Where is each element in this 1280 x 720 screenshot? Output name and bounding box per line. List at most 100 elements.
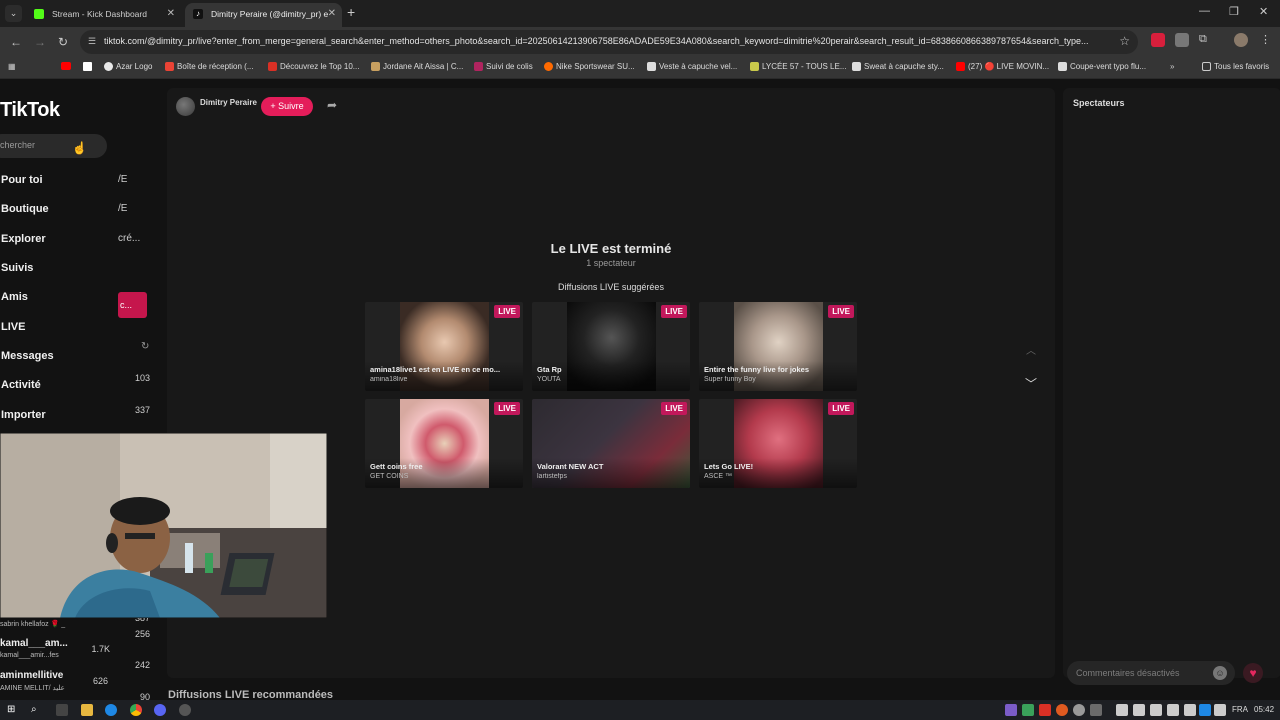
- bluetooth-icon[interactable]: [1199, 704, 1211, 716]
- edge-icon[interactable]: [105, 704, 117, 716]
- tray-app-icon[interactable]: [1022, 704, 1034, 716]
- bookmark-item[interactable]: Veste à capuche vel...: [647, 62, 737, 71]
- suggested-live-card[interactable]: LIVE Valorant NEW ACT lartistefps: [532, 399, 690, 488]
- bookmark-item[interactable]: Jordane Ait Aissa | C...: [371, 62, 463, 71]
- bookmark-favicon-icon: [852, 62, 861, 71]
- bookmark-item[interactable]: Sweat à capuche sty...: [852, 62, 944, 71]
- volume-icon[interactable]: [1184, 704, 1196, 716]
- bookmark-item[interactable]: Coupe-vent typo flu...: [1058, 62, 1146, 71]
- hidden-panel-button[interactable]: c...: [118, 292, 147, 318]
- previous-live-icon[interactable]: ︿: [1026, 342, 1036, 357]
- suggested-live-card[interactable]: LIVE Gett coins free GET COINS: [365, 399, 523, 488]
- url-text[interactable]: tiktok.com/@dimitry_pr/live?enter_from_m…: [104, 36, 1109, 46]
- sidebar-item-messages[interactable]: Messages: [1, 350, 54, 362]
- bookmark-item[interactable]: Azar Logo: [104, 62, 152, 71]
- viewer-name[interactable]: aminmellitive: [0, 670, 63, 681]
- extension-icon[interactable]: [1175, 33, 1189, 47]
- bookmark-star-icon[interactable]: ☆: [1119, 34, 1130, 48]
- bookmark-item[interactable]: (27) 🔴 LIVE MOVIN...: [956, 62, 1049, 71]
- tray-app-icon[interactable]: [1116, 704, 1128, 716]
- input-language[interactable]: FRA: [1232, 705, 1248, 714]
- share-icon[interactable]: ➦: [327, 98, 337, 112]
- sidebar-item-amis[interactable]: Amis: [1, 291, 28, 303]
- tray-app-icon[interactable]: [1039, 704, 1051, 716]
- hidden-panel-text: /E: [118, 203, 128, 214]
- network-icon[interactable]: [1167, 704, 1179, 716]
- suggested-live-card[interactable]: LIVE Lets Go LIVE! ASCE ™: [699, 399, 857, 488]
- app-icon[interactable]: [179, 704, 191, 716]
- sidebar-item-activite[interactable]: Activité: [1, 379, 41, 391]
- bookmark-label: Tous les favoris: [1214, 62, 1270, 71]
- emoji-icon[interactable]: ☺: [1213, 666, 1227, 680]
- profile-avatar[interactable]: [1234, 33, 1248, 47]
- host-avatar[interactable]: [176, 97, 195, 116]
- host-name[interactable]: Dimitry Peraire: [200, 98, 257, 107]
- tray-app-icon[interactable]: [1150, 704, 1162, 716]
- bookmark-favicon-icon: [1058, 62, 1067, 71]
- bookmark-item[interactable]: Découvrez le Top 10...: [268, 62, 359, 71]
- like-heart-icon[interactable]: ♥: [1243, 663, 1263, 683]
- new-tab-icon[interactable]: +: [347, 4, 355, 20]
- tray-app-icon[interactable]: [1133, 704, 1145, 716]
- task-view-icon[interactable]: [56, 704, 68, 716]
- reload-icon[interactable]: ↻: [58, 35, 68, 49]
- sidebar-item-boutique[interactable]: Boutique: [1, 203, 49, 215]
- card-subtitle: amina18live: [370, 376, 408, 383]
- tray-app-icon[interactable]: [1090, 704, 1102, 716]
- bookmark-flag-icon[interactable]: [83, 62, 92, 73]
- tray-app-icon[interactable]: [1214, 704, 1226, 716]
- tiktok-logo[interactable]: TikTok: [0, 99, 60, 122]
- site-info-icon[interactable]: ☰: [88, 36, 100, 48]
- bookmark-item[interactable]: LYCÉE 57 - TOUS LE...: [750, 62, 846, 71]
- close-tab-icon[interactable]: ✕: [328, 3, 336, 25]
- file-explorer-icon[interactable]: [81, 704, 93, 716]
- search-input[interactable]: chercher: [0, 134, 107, 158]
- sidebar-item-importer[interactable]: Importer: [1, 409, 46, 421]
- browser-tab-tiktok[interactable]: ♪ Dimitry Peraire (@dimitry_pr) e ✕: [185, 3, 342, 27]
- more-bookmarks-icon[interactable]: »: [1170, 62, 1174, 71]
- browser-tab-kick[interactable]: Stream - Kick Dashboard ✕: [26, 3, 181, 27]
- suggested-live-card[interactable]: LIVE Gta Rp YOUTA: [532, 302, 690, 391]
- discord-icon[interactable]: [154, 704, 166, 716]
- extension-icon[interactable]: [1151, 33, 1165, 47]
- bookmark-favicon-icon: [544, 62, 553, 71]
- omnibox[interactable]: ☰ tiktok.com/@dimitry_pr/live?enter_from…: [80, 30, 1138, 54]
- windows-start-icon[interactable]: ⊞: [7, 704, 19, 716]
- restore-icon[interactable]: ❐: [1229, 5, 1239, 18]
- search-icon[interactable]: ⌕: [31, 704, 43, 716]
- tray-app-icon[interactable]: [1073, 704, 1085, 716]
- suggested-live-title: Diffusions LIVE suggérées: [558, 282, 664, 292]
- next-live-icon[interactable]: ﹀: [1025, 375, 1037, 392]
- suggested-live-card[interactable]: LIVE amina18live1 est en LIVE en ce mo..…: [365, 302, 523, 391]
- apps-grid-icon[interactable]: ▦: [8, 62, 16, 71]
- minimize-icon[interactable]: —: [1199, 5, 1210, 17]
- comment-input[interactable]: Commentaires désactivés ☺: [1067, 661, 1235, 685]
- tray-app-icon[interactable]: [1056, 704, 1068, 716]
- all-bookmarks-folder[interactable]: Tous les favoris: [1202, 62, 1269, 71]
- clock[interactable]: 05:42: [1254, 705, 1274, 714]
- viewer-name[interactable]: kamal___am...: [0, 638, 68, 649]
- refresh-icon[interactable]: ↻: [141, 341, 149, 352]
- recommended-live-title: Diffusions LIVE recommandées: [168, 689, 334, 700]
- back-icon[interactable]: ←: [10, 35, 22, 49]
- sidebar-item-suivis[interactable]: Suivis: [1, 262, 33, 274]
- close-tab-icon[interactable]: ✕: [167, 3, 175, 25]
- more-menu-icon[interactable]: ⋮: [1260, 33, 1274, 47]
- suggested-live-card[interactable]: LIVE Entire the funny live for jokes Sup…: [699, 302, 857, 391]
- tray-app-icon[interactable]: [1005, 704, 1017, 716]
- chrome-icon[interactable]: [130, 704, 142, 716]
- sidebar-item-pour-toi[interactable]: Pour toi: [1, 174, 43, 186]
- sidebar-item-explorer[interactable]: Explorer: [1, 233, 46, 245]
- forward-icon[interactable]: →: [34, 35, 46, 49]
- tab-search-button[interactable]: ⌄: [5, 5, 22, 22]
- browser-tab-bar: ⌄ Stream - Kick Dashboard ✕ ♪ Dimitry Pe…: [0, 0, 1280, 27]
- bookmark-youtube-icon[interactable]: [61, 62, 71, 72]
- live-badge: LIVE: [661, 402, 687, 415]
- close-window-icon[interactable]: ✕: [1259, 5, 1268, 18]
- bookmark-item[interactable]: Nike Sportswear SU...: [544, 62, 635, 71]
- bookmark-item[interactable]: Boîte de réception (...: [165, 62, 254, 71]
- bookmark-item[interactable]: Suivi de colis: [474, 62, 533, 71]
- extensions-puzzle-icon[interactable]: ⧉: [1199, 33, 1213, 47]
- sidebar-item-live[interactable]: LIVE: [1, 321, 25, 333]
- follow-button[interactable]: + Suivre: [261, 97, 313, 116]
